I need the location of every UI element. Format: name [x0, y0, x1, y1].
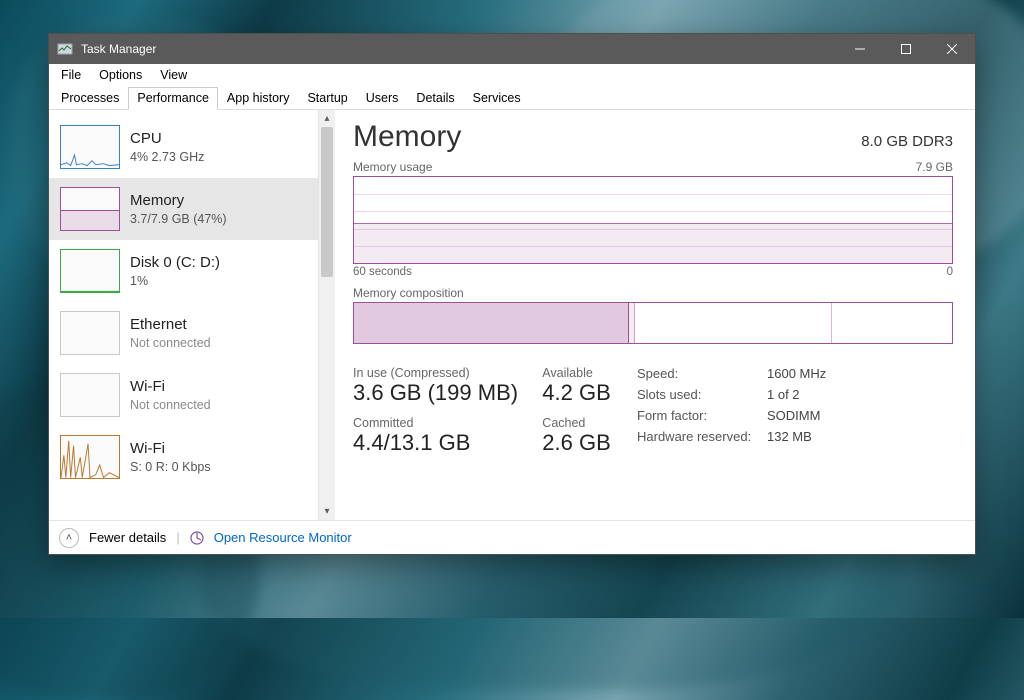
sidebar-item-label: Wi-Fi: [130, 439, 211, 459]
memory-composition-chart[interactable]: [353, 302, 953, 344]
spec-slots-value: 1 of 2: [767, 387, 953, 402]
memory-spec-summary: 8.0 GB DDR3: [861, 133, 953, 150]
separator: |: [176, 530, 179, 545]
sidebar-item-sub: 4% 2.73 GHz: [130, 149, 204, 165]
spec-speed-value: 1600 MHz: [767, 366, 953, 381]
sidebar-item-label: Wi-Fi: [130, 377, 211, 397]
usage-x-left: 60 seconds: [353, 266, 412, 278]
close-button[interactable]: [929, 34, 975, 64]
stat-inuse-value: 3.6 GB (199 MB): [353, 380, 520, 406]
stat-inuse-label: In use (Compressed): [353, 366, 520, 380]
usage-chart-label: Memory usage: [353, 160, 432, 174]
tab-performance[interactable]: Performance: [128, 87, 218, 110]
scrollbar-thumb[interactable]: [321, 127, 333, 277]
scroll-up-icon[interactable]: ▴: [319, 110, 335, 127]
stat-available-value: 4.2 GB: [542, 380, 613, 406]
tab-startup[interactable]: Startup: [298, 87, 356, 110]
sidebar-item-wifi-on[interactable]: Wi-Fi S: 0 R: 0 Kbps: [49, 426, 318, 488]
stat-cached-value: 2.6 GB: [542, 430, 613, 456]
sidebar-item-sub: Not connected: [130, 335, 211, 351]
minimize-button[interactable]: [837, 34, 883, 64]
fewer-details-link[interactable]: Fewer details: [89, 530, 166, 545]
open-resource-monitor-link[interactable]: Open Resource Monitor: [214, 530, 352, 545]
wifi-off-thumb-icon: [60, 373, 120, 417]
memory-usage-chart[interactable]: [353, 176, 953, 264]
sidebar-item-sub: 1%: [130, 273, 220, 289]
menu-view[interactable]: View: [152, 66, 195, 84]
stat-committed-label: Committed: [353, 416, 520, 430]
stat-available-label: Available: [542, 366, 613, 380]
maximize-button[interactable]: [883, 34, 929, 64]
tab-details[interactable]: Details: [407, 87, 463, 110]
chevron-up-icon[interactable]: ˄: [59, 528, 79, 548]
tab-users[interactable]: Users: [357, 87, 408, 110]
footer: ˄ Fewer details | Open Resource Monitor: [49, 520, 975, 554]
sidebar-item-wifi-off[interactable]: Wi-Fi Not connected: [49, 364, 318, 426]
spec-slots-label: Slots used:: [637, 387, 767, 402]
sidebar: CPU 4% 2.73 GHz Memory 3.7/7.9 GB (47%): [49, 110, 335, 520]
stat-committed-value: 4.4/13.1 GB: [353, 430, 520, 456]
sidebar-item-sub: S: 0 R: 0 Kbps: [130, 459, 211, 475]
wifi-on-thumb-icon: [60, 435, 120, 479]
composition-label: Memory composition: [353, 286, 953, 300]
page-title: Memory: [353, 120, 461, 154]
tab-app-history[interactable]: App history: [218, 87, 299, 110]
usage-x-right: 0: [947, 266, 953, 278]
sidebar-item-label: Memory: [130, 191, 227, 211]
menu-options[interactable]: Options: [91, 66, 150, 84]
sidebar-item-label: CPU: [130, 129, 204, 149]
composition-free: [832, 303, 952, 343]
memory-thumb-icon: [60, 187, 120, 231]
sidebar-item-sub: Not connected: [130, 397, 211, 413]
stat-cached-label: Cached: [542, 416, 613, 430]
memory-panel: Memory 8.0 GB DDR3 Memory usage 7.9 GB 6…: [335, 110, 975, 520]
tabbar: Processes Performance App history Startu…: [49, 86, 975, 110]
menu-file[interactable]: File: [53, 66, 89, 84]
composition-inuse: [354, 303, 629, 343]
spec-speed-label: Speed:: [637, 366, 767, 381]
spec-hw-label: Hardware reserved:: [637, 429, 767, 444]
menubar: File Options View: [49, 64, 975, 86]
usage-fill: [354, 223, 952, 263]
spec-form-value: SODIMM: [767, 408, 953, 423]
window-title: Task Manager: [81, 42, 156, 56]
tab-processes[interactable]: Processes: [52, 87, 128, 110]
spec-hw-value: 132 MB: [767, 429, 953, 444]
ethernet-thumb-icon: [60, 311, 120, 355]
spec-form-label: Form factor:: [637, 408, 767, 423]
composition-standby: [635, 303, 832, 343]
sidebar-item-label: Disk 0 (C: D:): [130, 253, 220, 273]
task-manager-window: Task Manager File Options View Processes…: [48, 33, 976, 555]
resource-monitor-icon: [190, 531, 204, 545]
sidebar-item-memory[interactable]: Memory 3.7/7.9 GB (47%): [49, 178, 318, 240]
sidebar-item-ethernet[interactable]: Ethernet Not connected: [49, 302, 318, 364]
app-icon: [57, 41, 73, 57]
sidebar-item-disk[interactable]: Disk 0 (C: D:) 1%: [49, 240, 318, 302]
usage-chart-max: 7.9 GB: [916, 160, 953, 174]
sidebar-item-sub: 3.7/7.9 GB (47%): [130, 211, 227, 227]
cpu-thumb-icon: [60, 125, 120, 169]
scroll-down-icon[interactable]: ▾: [319, 503, 335, 520]
titlebar[interactable]: Task Manager: [49, 34, 975, 64]
sidebar-scrollbar[interactable]: ▴ ▾: [318, 110, 335, 520]
tab-services[interactable]: Services: [464, 87, 530, 110]
disk-thumb-icon: [60, 249, 120, 293]
sidebar-item-label: Ethernet: [130, 315, 211, 335]
sidebar-item-cpu[interactable]: CPU 4% 2.73 GHz: [49, 116, 318, 178]
